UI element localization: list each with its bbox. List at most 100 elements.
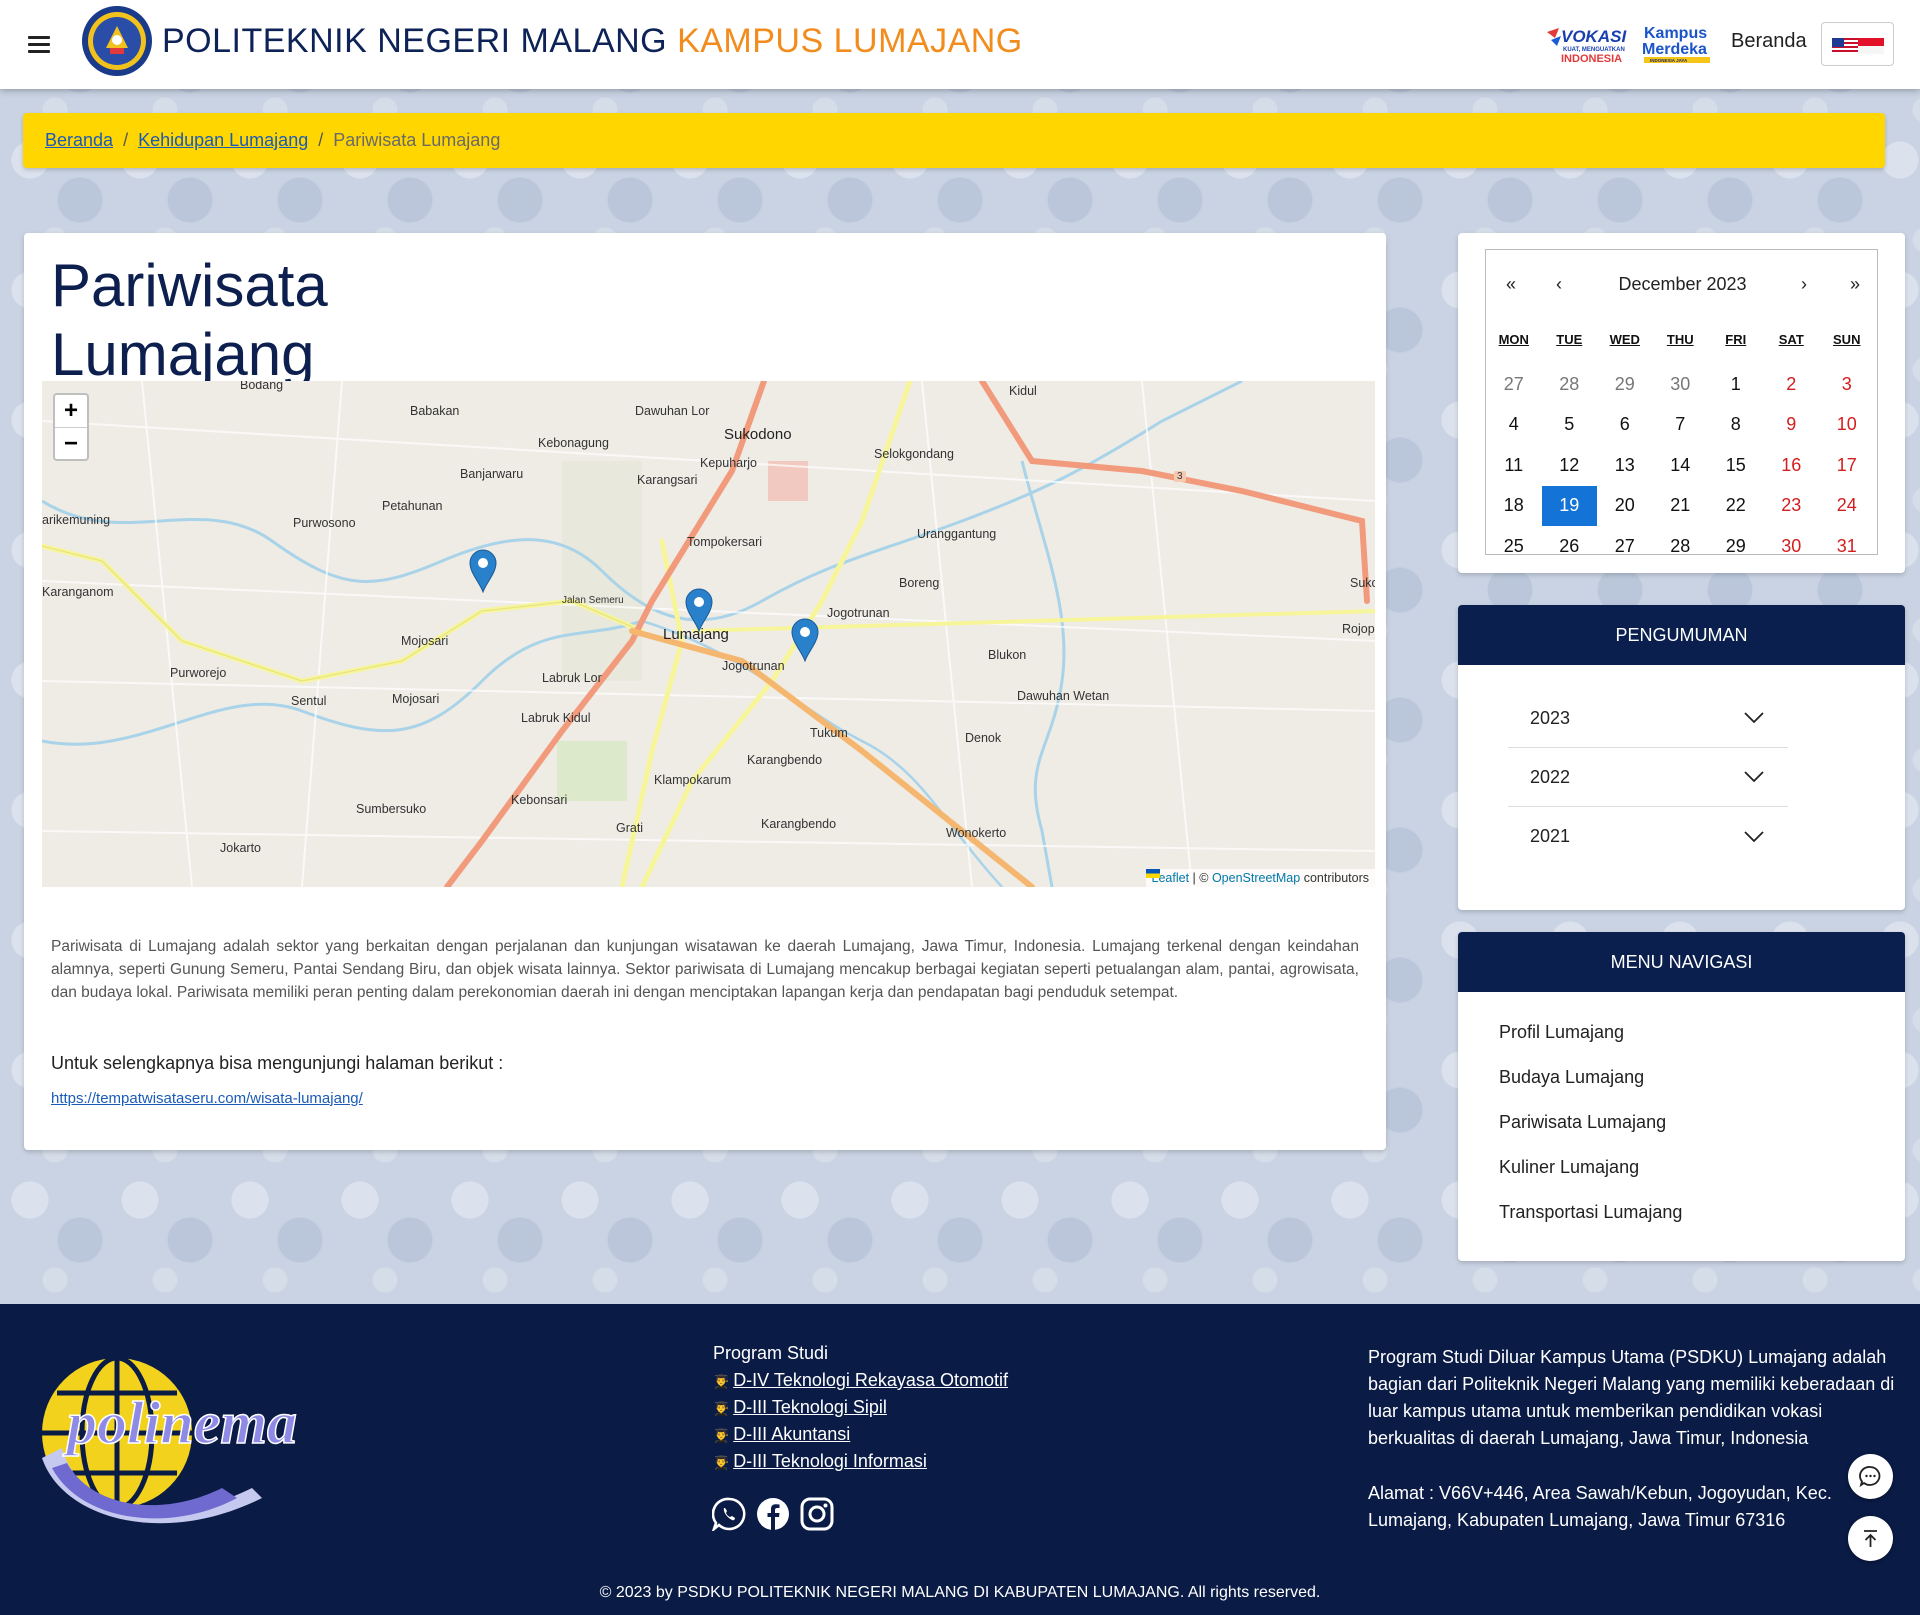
calendar-day[interactable]: 27: [1597, 526, 1653, 567]
calendar-day[interactable]: 26: [1542, 526, 1598, 567]
map-label: Tukum: [810, 726, 848, 740]
instagram-icon[interactable]: [800, 1497, 834, 1531]
nav-transportasi-lumajang[interactable]: Transportasi Lumajang: [1499, 1202, 1682, 1223]
calendar-day[interactable]: 1: [1708, 364, 1764, 405]
language-switch-button[interactable]: [1821, 22, 1894, 66]
calendar-day[interactable]: 30: [1764, 526, 1820, 567]
calendar-week: 4 5 6 7 8 9 10: [1486, 405, 1879, 446]
map-marker-icon[interactable]: [685, 588, 713, 632]
calendar-day[interactable]: 15: [1708, 445, 1764, 486]
calendar-day[interactable]: 21: [1653, 486, 1709, 527]
calendar-day[interactable]: 10: [1819, 405, 1875, 446]
breadcrumb-home-link[interactable]: Beranda: [45, 130, 113, 151]
openstreetmap-link[interactable]: OpenStreetMap: [1212, 871, 1300, 885]
map-zoom-out-button[interactable]: −: [55, 427, 87, 459]
attribution-separator: | ©: [1192, 871, 1209, 885]
tourism-description: Pariwisata di Lumajang adalah sektor yan…: [51, 938, 1359, 1001]
calendar-day[interactable]: 5: [1542, 405, 1598, 446]
more-info-link[interactable]: https://tempatwisataseru.com/wisata-luma…: [51, 1090, 363, 1107]
calendar-day-today[interactable]: 19: [1541, 485, 1597, 526]
calendar-day[interactable]: 25: [1486, 526, 1542, 567]
calendar-day[interactable]: 29: [1708, 526, 1764, 567]
map-label: Sumbersuko: [356, 802, 427, 816]
calendar-day[interactable]: 6: [1597, 405, 1653, 446]
calendar-day[interactable]: 11: [1486, 445, 1542, 486]
polinema-footer-logo[interactable]: polinema: [22, 1348, 357, 1538]
calendar-day[interactable]: 12: [1542, 445, 1598, 486]
nav-profil-lumajang[interactable]: Profil Lumajang: [1499, 1022, 1624, 1043]
program-label: D-III Akuntansi: [733, 1424, 851, 1444]
facebook-icon[interactable]: [756, 1497, 790, 1531]
calendar-day[interactable]: 20: [1597, 486, 1653, 527]
map-label: Jalan Semeru: [562, 595, 624, 606]
breadcrumb-separator: /: [318, 130, 324, 150]
program-link-informasi[interactable]: 👨‍🎓 D-III Teknologi Informasi: [713, 1451, 927, 1472]
calendar-day[interactable]: 4: [1486, 405, 1542, 446]
calendar-day[interactable]: 8: [1708, 405, 1764, 446]
nav-kuliner-lumajang[interactable]: Kuliner Lumajang: [1499, 1157, 1639, 1178]
program-link-otomotif[interactable]: 👨‍🎓 D-IV Teknologi Rekayasa Otomotif: [713, 1370, 1008, 1391]
announcement-year-2023[interactable]: 2023: [1508, 689, 1788, 748]
map-marker-icon[interactable]: [469, 549, 497, 593]
calendar-day[interactable]: 24: [1819, 486, 1875, 527]
calendar-day[interactable]: 23: [1764, 486, 1820, 527]
announcement-year-2021[interactable]: 2021: [1508, 807, 1788, 866]
calendar-day[interactable]: 30: [1653, 364, 1709, 405]
calendar-day[interactable]: 2: [1764, 364, 1820, 405]
calendar-day[interactable]: 27: [1486, 364, 1542, 405]
hamburger-menu-icon[interactable]: [28, 36, 50, 54]
calendar-day[interactable]: 17: [1819, 445, 1875, 486]
weekday-label: THU: [1666, 332, 1694, 347]
breadcrumb-current: Pariwisata Lumajang: [333, 130, 501, 150]
calendar-day[interactable]: 22: [1708, 486, 1764, 527]
map-label: Mojosari: [392, 692, 440, 706]
calendar-day[interactable]: 18: [1486, 486, 1542, 527]
chat-button[interactable]: [1848, 1454, 1893, 1499]
map-label: Dawuhan Wetan: [1017, 689, 1110, 703]
calendar-day[interactable]: 13: [1597, 445, 1653, 486]
polinema-emblem-logo[interactable]: [78, 4, 156, 78]
site-brand[interactable]: POLITEKNIK NEGERI MALANG KAMPUS LUMAJANG: [162, 22, 1023, 61]
map-label: Jogotrunan: [722, 659, 785, 673]
nav-budaya-lumajang[interactable]: Budaya Lumajang: [1499, 1067, 1644, 1088]
more-info-text: Untuk selengkapnya bisa mengunjungi hala…: [51, 1053, 504, 1073]
footer-about-text: Program Studi Diluar Kampus Utama (PSDKU…: [1368, 1347, 1895, 1448]
us-flag-icon: [1832, 38, 1858, 54]
calendar-widget: « ‹ December 2023 › » MON TUE WED THU FR…: [1485, 249, 1879, 556]
calendar-day[interactable]: 7: [1653, 405, 1709, 446]
map-label: Purworejo: [170, 666, 227, 680]
calendar-week: 25 26 27 28 29 30 31: [1486, 526, 1879, 567]
announcement-year-2022[interactable]: 2022: [1508, 748, 1788, 807]
calendar-day[interactable]: 28: [1653, 526, 1709, 567]
leaflet-map[interactable]: + − Bodang Babakan Dawuhan Lor Kidul Suk…: [42, 381, 1375, 887]
breadcrumb-separator: /: [123, 130, 129, 150]
breadcrumb-parent-link[interactable]: Kehidupan Lumajang: [138, 130, 308, 151]
calendar-day[interactable]: 28: [1542, 364, 1598, 405]
calendar-day[interactable]: 14: [1653, 445, 1709, 486]
map-marker-icon[interactable]: [791, 618, 819, 662]
navigation-menu-panel: MENU NAVIGASI Profil Lumajang Budaya Lum…: [1458, 932, 1905, 1261]
map-label: Karangbendo: [761, 817, 837, 831]
program-link-akuntansi[interactable]: 👨‍🎓 D-III Akuntansi: [713, 1424, 850, 1445]
nav-pariwisata-lumajang[interactable]: Pariwisata Lumajang: [1499, 1112, 1666, 1133]
ukraine-flag-icon: [1145, 869, 1160, 878]
calendar-day[interactable]: 31: [1819, 526, 1875, 567]
program-link-sipil[interactable]: 👨‍🎓 D-III Teknologi Sipil: [713, 1397, 887, 1418]
calendar-next-month-button[interactable]: ›: [1801, 274, 1807, 295]
calendar-day[interactable]: 9: [1764, 405, 1820, 446]
chat-bubble-icon: [1859, 1466, 1881, 1488]
calendar-week: 18 19 20 21 22 23 24: [1486, 485, 1879, 527]
back-to-top-button[interactable]: [1848, 1516, 1893, 1561]
calendar-day[interactable]: 3: [1819, 364, 1875, 405]
nav-beranda-link[interactable]: Beranda: [1731, 30, 1807, 53]
whatsapp-icon[interactable]: [712, 1497, 746, 1531]
calendar-month-label[interactable]: December 2023: [1486, 274, 1879, 295]
calendar-next-year-button[interactable]: »: [1850, 274, 1860, 295]
map-label: Kebonsari: [511, 793, 568, 807]
map-label: Bodang: [240, 381, 284, 392]
calendar-day[interactable]: 16: [1764, 445, 1820, 486]
calendar-day[interactable]: 29: [1597, 364, 1653, 405]
map-zoom-control: + −: [53, 393, 89, 461]
map-label: Purwosono: [293, 516, 356, 530]
map-zoom-in-button[interactable]: +: [55, 395, 87, 427]
